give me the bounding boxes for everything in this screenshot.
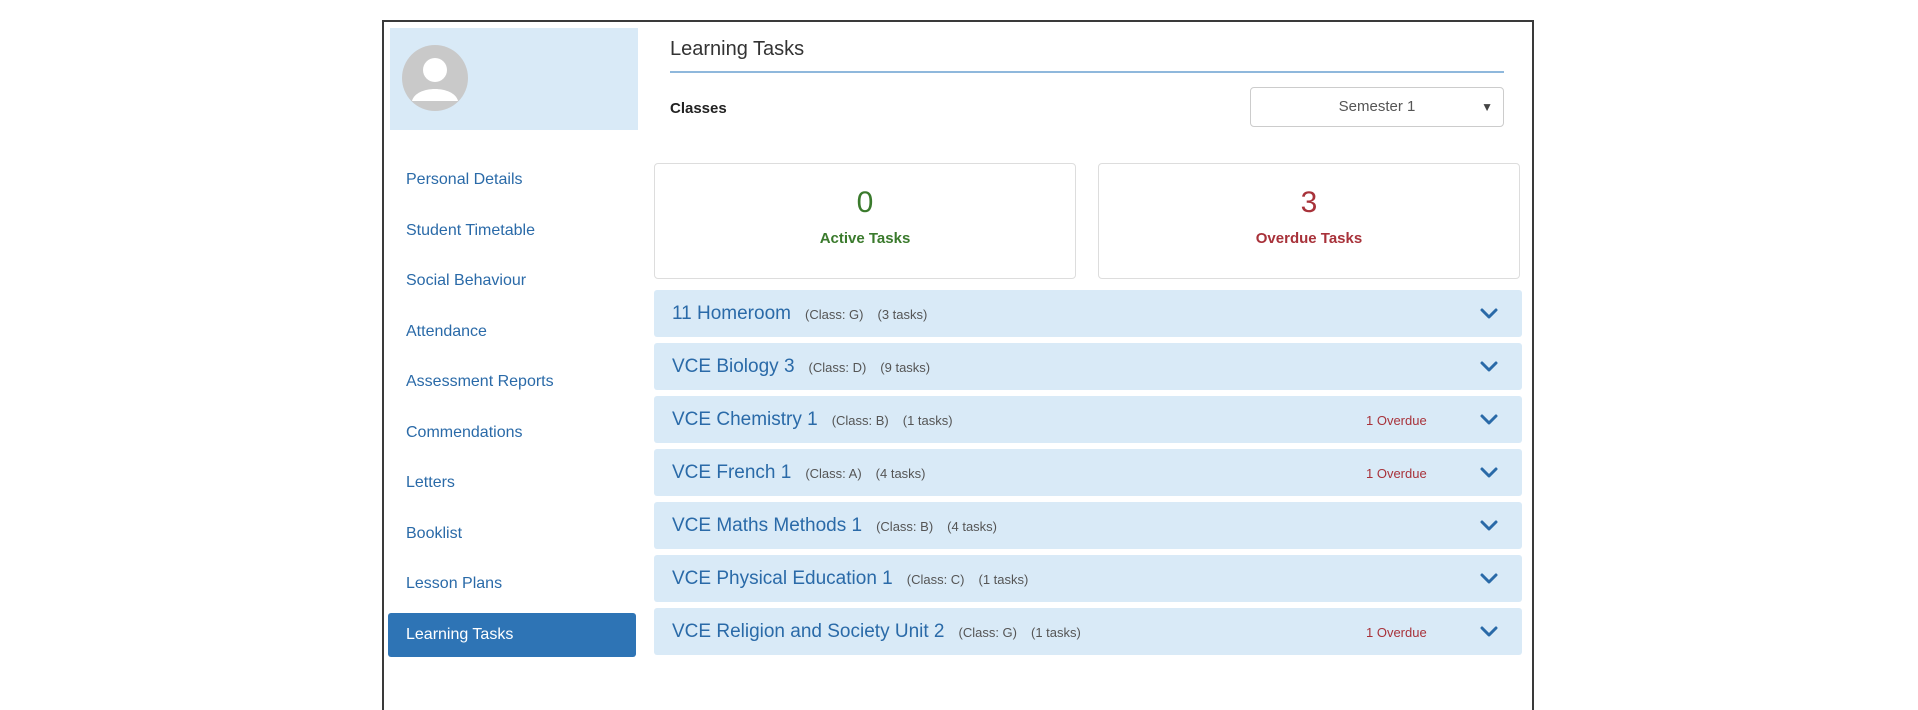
task-count: (9 tasks) bbox=[880, 360, 931, 375]
class-code: (Class: G) bbox=[804, 307, 864, 322]
class-name: 11 Homeroom bbox=[672, 303, 791, 324]
sidebar-item-booklist[interactable]: Booklist bbox=[388, 512, 642, 556]
classes-list: 11 Homeroom (Class: G) (3 tasks) VCE Biolo… bbox=[654, 290, 1522, 661]
chevron-down-icon[interactable] bbox=[1478, 568, 1500, 590]
task-count: (1 tasks) bbox=[1030, 625, 1081, 640]
classes-label: Classes bbox=[670, 100, 727, 117]
chevron-down-icon[interactable] bbox=[1478, 462, 1500, 484]
task-count: (3 tasks) bbox=[877, 307, 928, 322]
class-code: (Class: C) bbox=[906, 572, 965, 587]
class-name: VCE Biology 3 bbox=[672, 356, 795, 377]
sidebar: Personal Details Student Timetable Socia… bbox=[388, 28, 642, 657]
overdue-badge: 1 Overdue bbox=[1366, 466, 1427, 481]
class-row-vce-french-1[interactable]: VCE French 1 (Class: A) (4 tasks) 1 Overdu… bbox=[654, 449, 1522, 496]
chevron-down-icon[interactable] bbox=[1478, 621, 1500, 643]
active-tasks-label: Active Tasks bbox=[819, 230, 911, 247]
sidebar-item-personal-details[interactable]: Personal Details bbox=[388, 158, 642, 202]
profile-panel bbox=[390, 28, 638, 130]
chevron-down-icon[interactable] bbox=[1478, 303, 1500, 325]
class-code: (Class: B) bbox=[876, 519, 934, 534]
task-count: (1 tasks) bbox=[978, 572, 1029, 587]
task-count: (4 tasks) bbox=[875, 466, 926, 481]
chevron-down-icon[interactable] bbox=[1478, 515, 1500, 537]
class-name: VCE Physical Education 1 bbox=[672, 568, 893, 589]
sidebar-item-commendations[interactable]: Commendations bbox=[388, 411, 642, 455]
class-code: (Class: B) bbox=[831, 413, 889, 428]
class-name: VCE French 1 bbox=[672, 462, 792, 483]
class-row-vce-maths-methods-1[interactable]: VCE Maths Methods 1 (Class: B) (4 tasks) bbox=[654, 502, 1522, 549]
class-name: VCE Maths Methods 1 bbox=[672, 515, 863, 536]
page-title: Learning Tasks bbox=[670, 38, 1504, 73]
class-row-vce-chemistry-1[interactable]: VCE Chemistry 1 (Class: B) (1 tasks) 1 Ove… bbox=[654, 396, 1522, 443]
class-name: VCE Religion and Society Unit 2 bbox=[672, 621, 945, 642]
sidebar-item-lesson-plans[interactable]: Lesson Plans bbox=[388, 562, 642, 606]
sidebar-item-student-timetable[interactable]: Student Timetable bbox=[388, 209, 642, 253]
chevron-down-icon[interactable] bbox=[1478, 409, 1500, 431]
overdue-tasks-count: 3 bbox=[1300, 186, 1318, 219]
overdue-tasks-label: Overdue Tasks bbox=[1255, 230, 1363, 247]
active-tasks-count: 0 bbox=[856, 186, 874, 219]
avatar-icon bbox=[402, 45, 468, 111]
class-code: (Class: A) bbox=[805, 466, 862, 481]
class-code: (Class: D) bbox=[808, 360, 867, 375]
chevron-down-icon: ▼ bbox=[1481, 100, 1493, 114]
sidebar-item-assessment-reports[interactable]: Assessment Reports bbox=[388, 360, 642, 404]
overdue-tasks-card: 3 Overdue Tasks bbox=[1098, 163, 1520, 279]
portal-frame: Personal Details Student Timetable Socia… bbox=[382, 20, 1534, 710]
class-row-11-homeroom[interactable]: 11 Homeroom (Class: G) (3 tasks) bbox=[654, 290, 1522, 337]
sidebar-item-social-behaviour[interactable]: Social Behaviour bbox=[388, 259, 642, 303]
semester-select[interactable]: Semester 1 ▼ bbox=[1250, 87, 1504, 127]
task-count: (1 tasks) bbox=[902, 413, 953, 428]
sidebar-nav: Personal Details Student Timetable Socia… bbox=[388, 158, 642, 663]
sidebar-item-letters[interactable]: Letters bbox=[388, 461, 642, 505]
class-row-vce-physical-education-1[interactable]: VCE Physical Education 1 (Class: C) (1 tas… bbox=[654, 555, 1522, 602]
class-row-vce-biology-3[interactable]: VCE Biology 3 (Class: D) (9 tasks) bbox=[654, 343, 1522, 390]
class-name: VCE Chemistry 1 bbox=[672, 409, 818, 430]
sidebar-item-learning-tasks[interactable]: Learning Tasks bbox=[388, 612, 636, 657]
overdue-badge: 1 Overdue bbox=[1366, 625, 1427, 640]
class-code: (Class: G) bbox=[958, 625, 1017, 640]
task-count: (4 tasks) bbox=[947, 519, 997, 534]
class-row-vce-religion-and-society-unit-2[interactable]: VCE Religion and Society Unit 2 (Class: G… bbox=[654, 608, 1522, 655]
sidebar-item-attendance[interactable]: Attendance bbox=[388, 310, 642, 354]
overdue-badge: 1 Overdue bbox=[1366, 413, 1427, 428]
chevron-down-icon[interactable] bbox=[1478, 356, 1500, 378]
active-tasks-card: 0 Active Tasks bbox=[654, 163, 1076, 279]
semester-select-value: Semester 1 bbox=[1338, 98, 1416, 115]
